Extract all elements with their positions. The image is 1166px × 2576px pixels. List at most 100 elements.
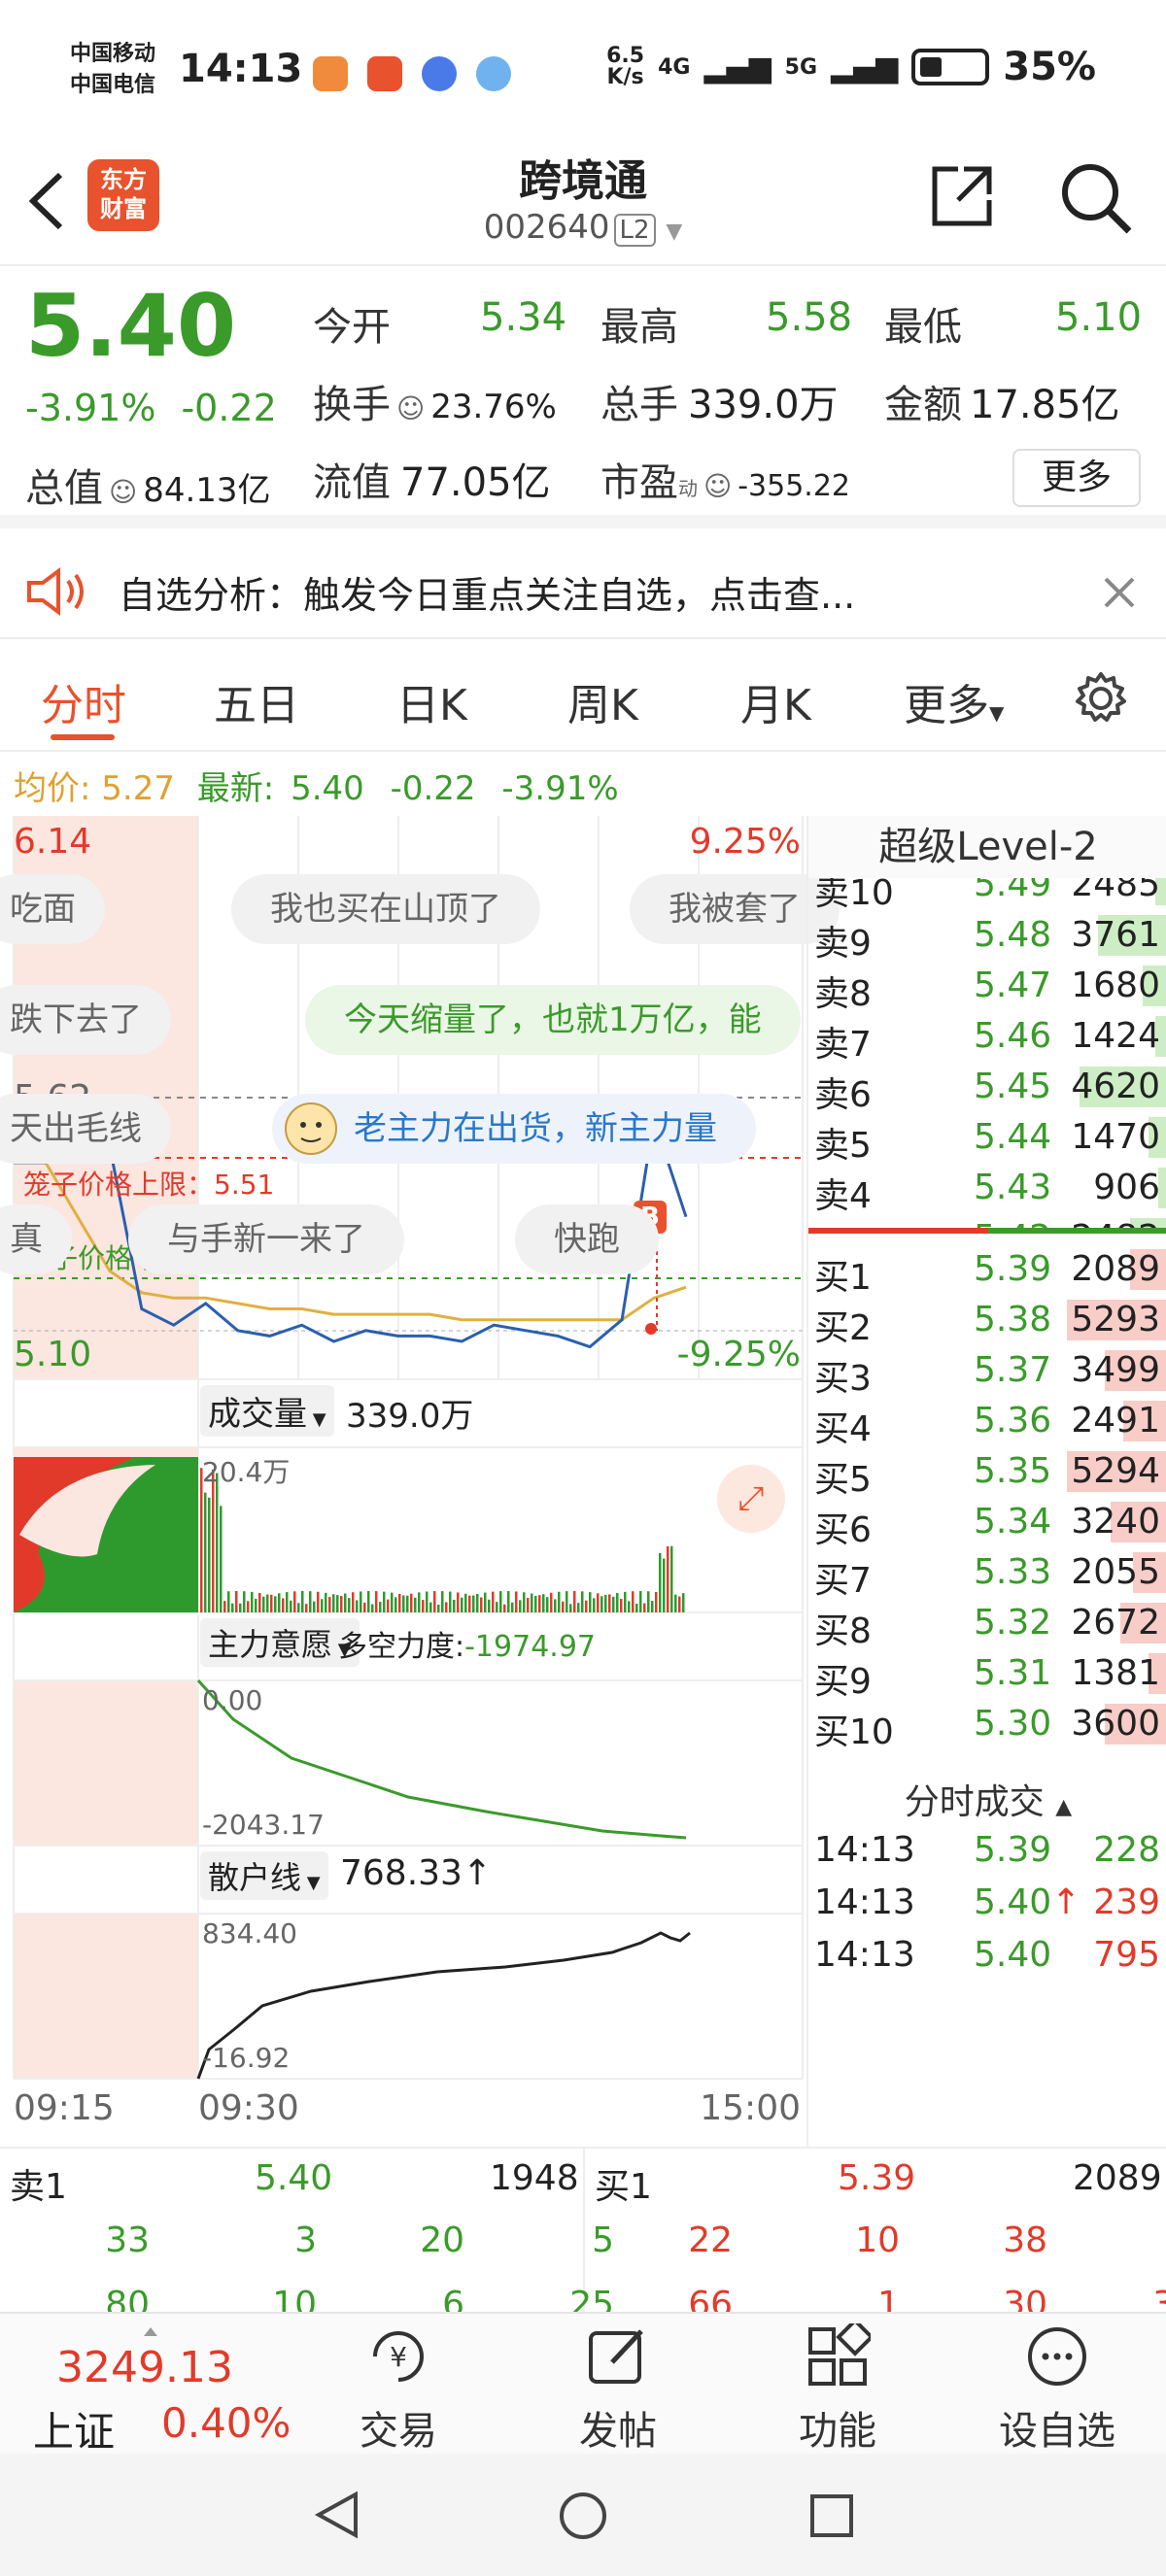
- bid-row[interactable]: 买10 5.30 3600: [808, 1698, 1166, 1752]
- chevron-down-icon: ▼: [307, 1409, 326, 1430]
- bid-row[interactable]: 买1 5.39 2089: [808, 1243, 1166, 1298]
- system-recents-icon[interactable]: [808, 2492, 855, 2539]
- tick-volume: 228: [1093, 1830, 1160, 1870]
- turnover-value: 23.76%: [430, 388, 557, 426]
- volume-bar: [616, 1592, 619, 1612]
- volume-bar: [581, 1591, 584, 1612]
- open-field: 今开: [313, 295, 391, 352]
- nav-trade[interactable]: ¥ 交易: [301, 2323, 496, 2456]
- avg-value: 5.27: [101, 769, 175, 808]
- search-icon[interactable]: [1057, 159, 1133, 235]
- comment-bubble[interactable]: 吃面: [0, 874, 105, 944]
- ask-label: 卖4: [814, 1176, 872, 1216]
- volume-bar: [608, 1594, 611, 1612]
- bid-row[interactable]: 买5 5.35 5294: [808, 1445, 1166, 1500]
- volume-bar: [212, 1469, 215, 1612]
- latest-label: 最新:: [196, 769, 275, 808]
- notice-bar[interactable]: 自选分析：触发今日重点关注自选，点击查...: [0, 542, 1166, 639]
- volume-bar: [604, 1594, 607, 1612]
- tab-intraday[interactable]: 分时: [41, 670, 126, 732]
- expand-icon[interactable]: ⤢: [717, 1465, 785, 1533]
- close-icon[interactable]: [1102, 575, 1137, 610]
- ask-volume: 906: [1093, 1168, 1160, 1207]
- mktcap-value: 84.13亿: [143, 471, 271, 510]
- level2-title[interactable]: 超级Level-2: [808, 816, 1166, 878]
- bid-row[interactable]: 买3 5.37 3499: [808, 1344, 1166, 1399]
- volume-indicator-selector[interactable]: 成交量 ▼: [200, 1385, 334, 1437]
- order-count: 3: [294, 2220, 317, 2260]
- ask-row[interactable]: 卖8 5.47 1680: [808, 960, 1166, 1014]
- share-icon[interactable]: [929, 163, 995, 229]
- volume-bar: [593, 1598, 596, 1612]
- tab-daily-k[interactable]: 日K: [396, 670, 467, 732]
- chart-tabs: 分时 五日 日K 周K 月K 更多▼: [0, 641, 1166, 752]
- comment-bubble[interactable]: 今天缩量了，也就1万亿，能: [305, 985, 801, 1055]
- system-home-icon[interactable]: [558, 2491, 608, 2541]
- comment-bubble[interactable]: 与手新一来了: [128, 1204, 404, 1274]
- comment-bubble[interactable]: 天出毛线: [0, 1094, 171, 1164]
- bid-price: 5.30: [974, 1704, 1052, 1744]
- tab-weekly-k[interactable]: 周K: [567, 670, 638, 732]
- nav-functions[interactable]: 功能: [740, 2318, 935, 2456]
- open-value-wrap: 5.34: [480, 295, 566, 340]
- level2-panel[interactable]: 超级Level-2 卖10 5.49 2485 卖9 5.48 3761 卖8 5.47 168…: [806, 816, 1166, 2147]
- low-field: 最低: [884, 295, 962, 352]
- info-icon[interactable]: ☺: [396, 392, 425, 424]
- ask-row[interactable]: 卖4 5.43 906: [808, 1162, 1166, 1216]
- high-value: 5.58: [766, 295, 853, 340]
- more-button[interactable]: 更多: [1012, 449, 1141, 507]
- ask-row[interactable]: 卖6 5.45 4620: [808, 1061, 1166, 1115]
- tab-five-day[interactable]: 五日: [214, 670, 299, 732]
- signal-5g-icon: 5G: [784, 54, 818, 80]
- bid-row[interactable]: 买2 5.38 5293: [808, 1294, 1166, 1348]
- change-row: -3.91% -0.22: [25, 387, 277, 429]
- info-icon[interactable]: ☺: [109, 476, 137, 508]
- active-tab-indicator: [51, 734, 115, 740]
- ask-price: 5.45: [974, 1067, 1052, 1106]
- signal-4g-icon: 4G: [658, 54, 691, 80]
- nav-post[interactable]: 发帖: [521, 2323, 715, 2456]
- ask-row[interactable]: 卖9 5.48 3761: [808, 909, 1166, 964]
- volume-bar: [577, 1603, 580, 1612]
- ask-row[interactable]: 卖5 5.44 1470: [808, 1111, 1166, 1166]
- ask-volume: 1470: [1071, 1117, 1160, 1157]
- ask-row[interactable]: 卖10 5.49 2485: [808, 878, 1166, 913]
- comment-bubble[interactable]: 真: [0, 1204, 72, 1274]
- ask-row[interactable]: 卖3 5.42 2482: [808, 1212, 1166, 1228]
- ask-row[interactable]: 卖7 5.46 1424: [808, 1010, 1166, 1065]
- open-value: 5.34: [480, 295, 567, 340]
- retail-top-label: 834.40: [202, 1917, 297, 1949]
- volume-value: 339.0万: [346, 1397, 474, 1436]
- bid-row[interactable]: 买6 5.34 3240: [808, 1496, 1166, 1550]
- volume-bar: [235, 1591, 238, 1612]
- ticks-title[interactable]: 分时成交 ▲: [808, 1774, 1166, 1824]
- volume-bar: [262, 1596, 265, 1612]
- nav-add-watchlist[interactable]: 设自选: [960, 2323, 1154, 2456]
- volume-bar: [519, 1600, 522, 1612]
- comment-bubble[interactable]: 我也买在山顶了: [231, 874, 540, 944]
- intraday-chart[interactable]: 6.14 9.25% 5.62 5.10 -9.25% 笼子价格上限：5.51 …: [0, 816, 840, 2147]
- avatar-icon: [285, 1102, 337, 1155]
- volume-bar: [453, 1599, 456, 1612]
- bid-label: 买2: [814, 1308, 872, 1348]
- tab-monthly-k[interactable]: 月K: [740, 670, 811, 732]
- gear-icon[interactable]: [1073, 670, 1129, 727]
- amount-field: 金额 17.85亿: [884, 373, 1120, 429]
- comment-bubble-highlight[interactable]: 老主力在出货，新主力量: [272, 1094, 756, 1164]
- svg-text:¥: ¥: [390, 2341, 407, 2373]
- force-indicator-selector[interactable]: 主力意愿 ▼: [200, 1618, 360, 1667]
- info-icon[interactable]: ☺: [703, 470, 732, 502]
- bid-price: 5.37: [974, 1350, 1052, 1390]
- bid-row[interactable]: 买7 5.33 2055: [808, 1546, 1166, 1601]
- system-back-icon[interactable]: [313, 2491, 361, 2539]
- nav-functions-label: 功能: [799, 2409, 876, 2454]
- bid-row[interactable]: 买8 5.32 2672: [808, 1597, 1166, 1651]
- volume-bar: [251, 1591, 254, 1612]
- comment-bubble[interactable]: 跌下去了: [0, 985, 171, 1055]
- tab-more[interactable]: 更多▼: [904, 670, 1004, 732]
- bid-row[interactable]: 买9 5.31 1381: [808, 1647, 1166, 1702]
- retail-indicator-selector[interactable]: 散户线 ▼: [200, 1851, 328, 1900]
- nav-post-label: 发帖: [579, 2409, 657, 2454]
- comment-bubble[interactable]: 快跑: [515, 1204, 659, 1274]
- bid-row[interactable]: 买4 5.36 2491: [808, 1395, 1166, 1449]
